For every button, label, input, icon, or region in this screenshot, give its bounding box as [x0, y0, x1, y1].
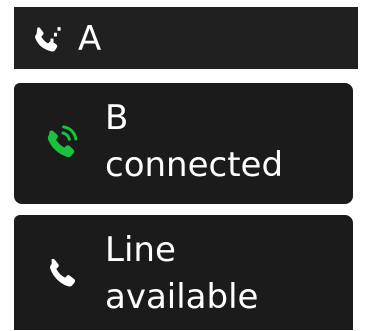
line-tile-b[interactable]: B connected [14, 83, 353, 204]
line-tile-available[interactable]: Line available [14, 215, 353, 330]
line-label-b: B [105, 98, 129, 138]
phone-icon [50, 258, 76, 287]
line-status-b: connected [105, 145, 284, 185]
line-label-line: Line [105, 230, 176, 270]
line-label-a: A [78, 19, 102, 59]
phone-in-talk-icon [47, 125, 78, 158]
line-status-available: available [105, 277, 259, 317]
line-tile-a[interactable]: A [14, 7, 358, 69]
phone-forwarding-icon [35, 27, 61, 52]
